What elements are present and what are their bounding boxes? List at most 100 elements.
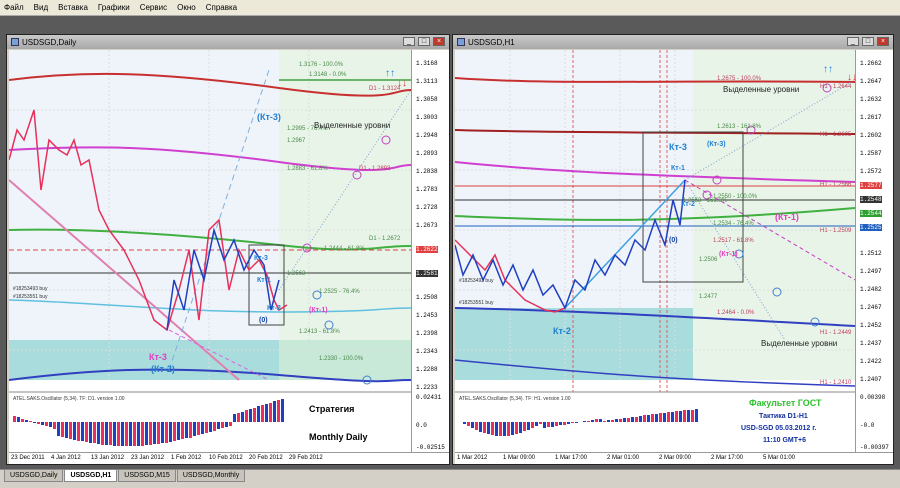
oscillator-bar — [599, 419, 602, 422]
oscillator-bar — [17, 417, 20, 422]
price-tick: 1.2422 — [860, 358, 882, 365]
price-tag-red: 1.2622 — [416, 246, 438, 253]
price-tick: 1.2948 — [416, 132, 438, 139]
tab-h1[interactable]: USDSGD,H1 — [64, 470, 118, 482]
oscillator-bar — [165, 422, 168, 443]
oscillator-bar — [101, 422, 104, 445]
menu-view[interactable]: Вид — [34, 3, 48, 12]
oscillator-bar — [587, 421, 590, 422]
oscillator-bar — [567, 422, 570, 424]
oscillator-bar — [109, 422, 112, 445]
price-chart-area[interactable]: ↑↑ ↓↓ 1.2675 - 100.0% H1 - 1.2644 1.2613… — [455, 50, 855, 452]
date-tick: 13 Jan 2012 — [91, 455, 125, 461]
level-label: 1.2613 - 161.8% — [717, 124, 762, 130]
price-tick: 1.2452 — [860, 322, 882, 329]
price-chart-area[interactable]: ↑↑ ↓↓ 1.3176 - 100.0% 1.3148 - 0.0% D1 -… — [9, 50, 411, 452]
oscillator-bar — [691, 410, 694, 422]
maximize-button[interactable]: □ — [862, 37, 874, 46]
menu-bar: Файл Вид Вставка Графики Сервис Окно Спр… — [0, 0, 900, 16]
level-label: 1.2444 - 61.8% — [324, 246, 365, 252]
oscillator-bar — [213, 422, 216, 431]
oscillator-bar — [635, 417, 638, 422]
minimize-button[interactable]: _ — [847, 37, 859, 46]
order-label: #18253493 buy — [13, 286, 48, 292]
level-label: 1.2464 - 0.0% — [717, 310, 755, 316]
maximize-button[interactable]: □ — [418, 37, 430, 46]
oscillator-bar — [205, 422, 208, 433]
tab-daily[interactable]: USDSGD,Daily — [4, 470, 64, 482]
minimize-button[interactable]: _ — [403, 37, 415, 46]
close-button[interactable]: × — [877, 37, 889, 46]
price-tag-red: 1.2577 — [860, 182, 882, 189]
oscillator-bar — [169, 422, 172, 442]
level-label: 1.2534 - 76.4% — [713, 221, 754, 227]
oscillator-bar — [65, 422, 68, 438]
oscillator-bar — [487, 422, 490, 434]
price-tick: 1.2587 — [860, 150, 882, 157]
date-tick: 2 Mar 01:00 — [607, 455, 640, 461]
oscillator-bar — [527, 422, 530, 430]
osc-tick: 0.02431 — [416, 394, 442, 401]
oscillator-bar — [463, 422, 466, 424]
oscillator-bar — [177, 422, 180, 440]
price-axis[interactable]: 1.2662 1.2647 1.2632 1.2617 1.2602 1.258… — [855, 50, 893, 452]
order-label: #18253551 buy — [13, 294, 48, 300]
oscillator-bar — [125, 422, 128, 446]
osc-tick: 0.0 — [416, 422, 427, 429]
level-label: H1 - 1.2566 — [820, 182, 852, 188]
wave-label: Кт-1 — [257, 277, 271, 284]
menu-insert[interactable]: Вставка — [58, 3, 88, 12]
chart-window-h1[interactable]: USDSGD,H1 _ □ × ↑↑ ↓↓ 1.2675 - 100.0% H1… — [452, 34, 894, 465]
oscillator-bar — [563, 422, 566, 425]
wave-label: (Кт-3) — [707, 141, 726, 148]
close-button[interactable]: × — [433, 37, 445, 46]
oscillator-bar — [627, 418, 630, 422]
price-tick: 1.3003 — [416, 114, 438, 121]
price-tick: 1.2233 — [416, 384, 438, 391]
price-tick: 1.2512 — [860, 250, 882, 257]
level-label: D1 - 1.3124 — [369, 86, 401, 92]
oscillator-bar — [197, 422, 200, 435]
level-label: 1.2506 — [699, 257, 718, 263]
level-label: 1.2563 — [287, 271, 306, 277]
window-titlebar[interactable]: USDSGD,H1 — [453, 35, 893, 49]
menu-window[interactable]: Окно — [177, 3, 196, 12]
zones-label: Выделенные уровни — [314, 121, 390, 130]
oscillator-bar — [217, 422, 220, 429]
oscillator-bar — [675, 411, 678, 422]
oscillator-bar — [507, 422, 510, 436]
oscillator-bar — [261, 405, 264, 422]
oscillator-bar — [113, 422, 116, 446]
date-tick: 20 Feb 2012 — [249, 455, 283, 461]
oscillator-bar — [221, 422, 224, 428]
price-tick: 1.2602 — [860, 132, 882, 139]
zones-label: Выделенные уровни — [761, 339, 837, 348]
level-label: 1.2883 - 61.8% — [287, 166, 328, 172]
osc-tick: -0.0 — [860, 422, 875, 429]
price-tick: 1.2572 — [860, 168, 882, 175]
tab-m15[interactable]: USDSGD,M15 — [118, 470, 176, 482]
price-tick: 1.2407 — [860, 376, 882, 383]
oscillator-bar — [225, 422, 228, 427]
price-axis[interactable]: 1.3168 1.3113 1.3058 1.3003 1.2948 1.289… — [411, 50, 449, 452]
order-label: #18253493 buy — [459, 278, 494, 284]
tab-monthly[interactable]: USDSGD,Monthly — [176, 470, 246, 482]
date-tick: 23 Dec 2011 — [11, 455, 45, 461]
menu-file[interactable]: Файл — [4, 3, 24, 12]
chart-window-daily[interactable]: USDSGD,Daily _ □ × ↑↑ ↓↓ 1.3176 - 100.0%… — [6, 34, 450, 465]
price-tick: 1.2467 — [860, 304, 882, 311]
osc-tick: -0.00397 — [860, 444, 889, 451]
oscillator-bar — [209, 422, 212, 432]
oscillator-bar — [503, 422, 506, 436]
oscillator-bar — [631, 417, 634, 422]
menu-tools[interactable]: Сервис — [140, 3, 167, 12]
oscillator-bar — [683, 410, 686, 422]
price-tick: 1.2647 — [860, 78, 882, 85]
menu-charts[interactable]: Графики — [98, 3, 130, 12]
oscillator-bar — [233, 414, 236, 422]
time-axis: 23 Dec 2011 4 Jan 2012 13 Jan 2012 23 Ja… — [9, 452, 449, 464]
menu-help[interactable]: Справка — [206, 3, 237, 12]
price-tick: 1.2632 — [860, 96, 882, 103]
window-titlebar[interactable]: USDSGD,Daily — [7, 35, 449, 49]
daily-chart-svg: ↑↑ ↓↓ 1.3176 - 100.0% 1.3148 - 0.0% D1 -… — [9, 50, 411, 452]
